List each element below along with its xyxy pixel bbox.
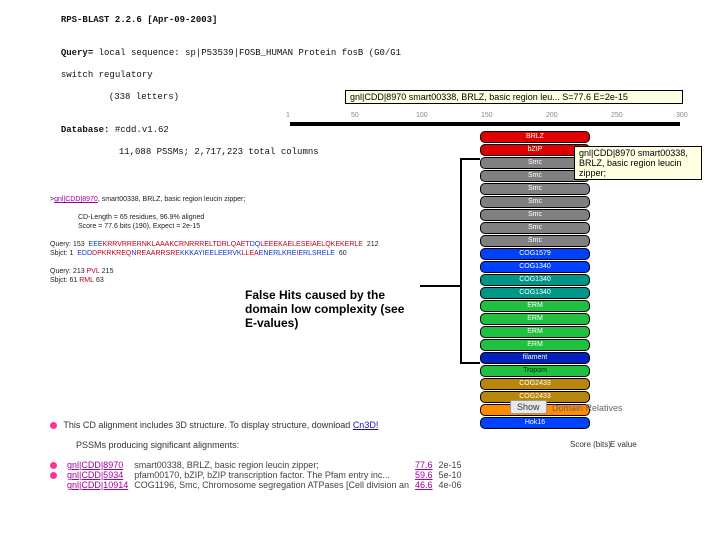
domain-bar[interactable]: Smc (480, 209, 590, 221)
hit-row: gnl|CDD|8970 smart00338, BRLZ, basic regi… (50, 460, 468, 470)
ruler-tick: 100 (416, 112, 428, 119)
pssm-heading: PSSMs producing significant alignments: (76, 440, 239, 450)
hit-id-link[interactable]: gnl|CDD|8970 (67, 460, 123, 470)
cd3d-text: This CD alignment includes 3D structure.… (63, 420, 352, 430)
domain-bar[interactable]: ERM (480, 313, 590, 325)
hit-id-link[interactable]: gnl|CDD|5934 (67, 470, 123, 480)
hit-score-link[interactable]: 77.6 (415, 460, 433, 470)
hits-table: gnl|CDD|8970 smart00338, BRLZ, basic regi… (50, 460, 468, 490)
query-ruler: 150100150200250300 (290, 112, 680, 126)
domain-bar[interactable]: COG2433 (480, 378, 590, 390)
tooltip-top: gnl|CDD|8970 smart00338, BRLZ, basic reg… (345, 90, 683, 104)
show-desc: Domain Relatives (552, 403, 623, 413)
bracket-line (460, 158, 480, 364)
domain-bar[interactable]: BRLZ (480, 131, 590, 143)
domain-bar[interactable]: ERM (480, 300, 590, 312)
hit-desc: pfam00170, bZIP, bZIP transcription fact… (134, 470, 415, 480)
bullet-icon (50, 472, 57, 479)
domain-bar[interactable]: Tropom (480, 365, 590, 377)
domain-bar[interactable]: COG1340 (480, 261, 590, 273)
query-line1: local sequence: sp|P53539|FOSB_HUMAN Pro… (99, 48, 401, 58)
score-line: Score = 77.6 bits (190), Expect = 2e-15 (50, 222, 390, 231)
database-label: Database: (61, 125, 110, 135)
show-domain-relatives-button[interactable]: Show (510, 400, 547, 414)
score-header: Score (bits) (570, 440, 611, 449)
domain-bar[interactable]: COG1340 (480, 274, 590, 286)
ruler-tick: 250 (611, 112, 623, 119)
bullet-icon (50, 462, 57, 469)
hit-id-link[interactable]: gnl|CDD|10914 (67, 480, 128, 490)
database-line2: 11,088 PSSMs; 2,717,223 total columns (61, 147, 319, 157)
hit-evalue: 5e-10 (439, 470, 468, 480)
hit-score-link[interactable]: 59.6 (415, 470, 433, 480)
eval-header: E value (610, 440, 637, 449)
query-line2: switch regulatory (61, 70, 153, 80)
hit-row: gnl|CDD|5934 pfam00170, bZIP, bZIP transc… (50, 470, 468, 480)
query-label: Query= (61, 48, 93, 58)
ruler-tick: 150 (481, 112, 493, 119)
hit-evalue: 4e-06 (439, 480, 468, 490)
cd-length: CD-Length = 65 residues, 96.9% aligned (50, 213, 390, 222)
domain-bar[interactable]: Smc (480, 222, 590, 234)
rps-blast-header: RPS-BLAST 2.2.6 [Apr-09-2003] Query= loc… (50, 4, 401, 158)
cn3d-download-link[interactable]: Cn3D! (353, 420, 379, 430)
hit-id-link[interactable]: gnl|CDD|8970 (54, 196, 98, 203)
tooltip-side: gnl|CDD|8970 smart00338, BRLZ, basic reg… (574, 146, 702, 180)
domain-bar[interactable]: Smc (480, 196, 590, 208)
hit-score-link[interactable]: 46.6 (415, 480, 433, 490)
hit-evalue: 2e-15 (439, 460, 468, 470)
alignment-detail: >gnl|CDD|8970, smart00338, BRLZ, basic r… (50, 195, 390, 285)
domain-bar[interactable]: COG1579 (480, 248, 590, 260)
hit-row: gnl|CDD|10914 COG1196, Smc, Chromosome se… (50, 480, 468, 490)
hit-desc: COG1196, Smc, Chromosome segregation ATP… (134, 480, 415, 490)
domain-bar[interactable]: filament (480, 352, 590, 364)
bullet-icon (50, 422, 57, 429)
domain-bar[interactable]: Smc (480, 235, 590, 247)
query-line3: (338 letters) (61, 92, 179, 102)
bottom-block: This CD alignment includes 3D structure.… (50, 420, 690, 490)
ruler-tick: 200 (546, 112, 558, 119)
ruler-tick: 50 (351, 112, 359, 119)
hit-desc: smart00338, BRLZ, basic region leucin zi… (134, 460, 415, 470)
database-line1: #cdd.v1.62 (115, 125, 169, 135)
domain-bar[interactable]: ERM (480, 339, 590, 351)
title: RPS-BLAST 2.2.6 [Apr-09-2003] (61, 15, 218, 25)
ruler-tick: 300 (676, 112, 688, 119)
domain-bar[interactable]: ERM (480, 326, 590, 338)
false-hits-annotation: False Hits caused by the domain low comp… (245, 288, 415, 330)
bracket-stem (420, 285, 460, 287)
ruler-tick: 1 (286, 112, 290, 119)
domain-bar[interactable]: Smc (480, 183, 590, 195)
domain-bar[interactable]: COG1340 (480, 287, 590, 299)
